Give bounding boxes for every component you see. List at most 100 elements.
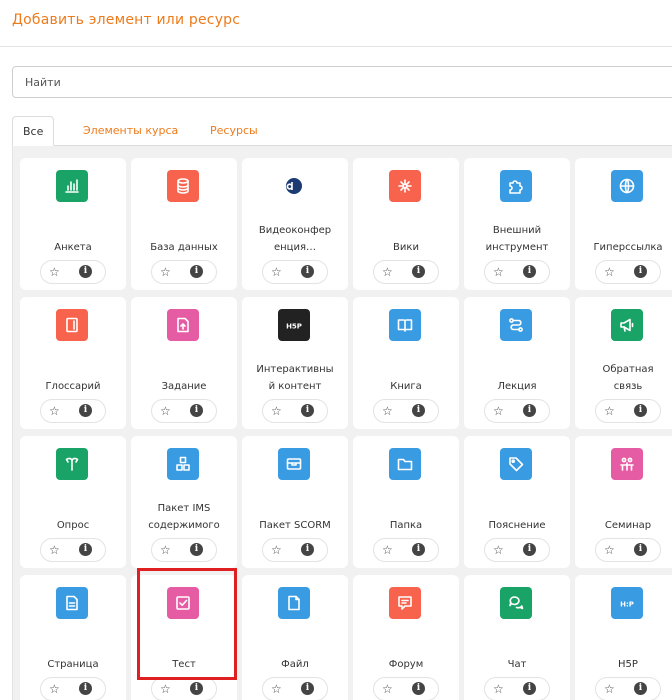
star-icon[interactable]: ☆ xyxy=(493,264,504,280)
star-icon[interactable]: ☆ xyxy=(160,403,171,419)
activity-label: Лекция xyxy=(466,345,568,397)
activity-card-bigbluebutton[interactable]: Видеоконфер енция… ☆ i xyxy=(242,158,348,290)
label-tag-icon xyxy=(500,448,532,480)
star-icon[interactable]: ☆ xyxy=(49,681,60,697)
star-icon[interactable]: ☆ xyxy=(604,542,615,558)
activity-label: Пакет IMS содержимого xyxy=(133,484,235,536)
activity-label: Папка xyxy=(355,484,457,536)
info-icon[interactable]: i xyxy=(190,543,203,556)
activity-card-lesson-path[interactable]: Лекция ☆ i xyxy=(464,297,570,429)
activity-card-forum-bubble[interactable]: Форум ☆ i xyxy=(353,575,459,700)
info-icon[interactable]: i xyxy=(412,543,425,556)
star-icon[interactable]: ☆ xyxy=(160,264,171,280)
star-icon[interactable]: ☆ xyxy=(382,681,393,697)
star-icon[interactable]: ☆ xyxy=(604,681,615,697)
wiki-nodes-icon xyxy=(389,170,421,202)
star-icon[interactable]: ☆ xyxy=(160,681,171,697)
star-icon[interactable]: ☆ xyxy=(382,542,393,558)
star-icon[interactable]: ☆ xyxy=(160,542,171,558)
info-icon[interactable]: i xyxy=(523,682,536,695)
info-icon[interactable]: i xyxy=(412,265,425,278)
activity-label-text: Задание xyxy=(161,381,207,392)
activity-card-h5p-logo[interactable]: H5P Интерактивны й контент ☆ i xyxy=(242,297,348,429)
info-icon[interactable]: i xyxy=(79,265,92,278)
h5p-logo-icon: H5P xyxy=(278,309,310,341)
info-icon[interactable]: i xyxy=(634,543,647,556)
activity-card-glossary-book[interactable]: Глоссарий ☆ i xyxy=(20,297,126,429)
info-icon[interactable]: i xyxy=(79,682,92,695)
activity-card-scorm-box[interactable]: Пакет SCORM ☆ i xyxy=(242,436,348,568)
activity-card-page[interactable]: Страница ☆ i xyxy=(20,575,126,700)
activity-card-globe[interactable]: Гиперссылка ☆ i xyxy=(575,158,672,290)
database-icon xyxy=(167,170,199,202)
info-icon[interactable]: i xyxy=(301,682,314,695)
activity-card-h5p-logo[interactable]: H:P H5P ☆ i xyxy=(575,575,672,700)
star-icon[interactable]: ☆ xyxy=(271,542,282,558)
star-icon[interactable]: ☆ xyxy=(49,542,60,558)
info-icon[interactable]: i xyxy=(190,265,203,278)
activity-label-text: Анкета xyxy=(54,242,92,253)
star-icon[interactable]: ☆ xyxy=(271,264,282,280)
activity-footer: ☆ i xyxy=(151,677,217,700)
activity-label: Глоссарий xyxy=(22,345,124,397)
quiz-checkbox-icon xyxy=(167,587,199,619)
activity-card-quiz-checkbox[interactable]: Тест ☆ i xyxy=(131,575,237,700)
activity-footer: ☆ i xyxy=(373,538,439,562)
info-icon[interactable]: i xyxy=(634,404,647,417)
file-icon xyxy=(278,587,310,619)
activity-label-line: й контент xyxy=(268,381,322,392)
activity-card-megaphone[interactable]: Обратная связь ☆ i xyxy=(575,297,672,429)
activity-label: База данных xyxy=(133,206,235,258)
info-icon[interactable]: i xyxy=(301,265,314,278)
info-icon[interactable]: i xyxy=(301,404,314,417)
star-icon[interactable]: ☆ xyxy=(604,264,615,280)
star-icon[interactable]: ☆ xyxy=(493,681,504,697)
info-icon[interactable]: i xyxy=(523,543,536,556)
star-icon[interactable]: ☆ xyxy=(493,542,504,558)
tab-resources[interactable]: Ресурсы xyxy=(210,116,258,146)
activity-label-line: Видеоконфер xyxy=(258,225,332,236)
activity-footer: ☆ i xyxy=(262,260,328,284)
activity-card-ims-boxes[interactable]: Пакет IMS содержимого ☆ i xyxy=(131,436,237,568)
star-icon[interactable]: ☆ xyxy=(604,403,615,419)
info-icon[interactable]: i xyxy=(301,543,314,556)
activity-card-assignment-upload[interactable]: Задание ☆ i xyxy=(131,297,237,429)
info-icon[interactable]: i xyxy=(634,265,647,278)
star-icon[interactable]: ☆ xyxy=(271,403,282,419)
activity-label: Пояснение xyxy=(466,484,568,536)
activity-footer: ☆ i xyxy=(40,260,106,284)
puzzle-icon xyxy=(500,170,532,202)
search-input[interactable] xyxy=(12,66,672,98)
info-icon[interactable]: i xyxy=(190,682,203,695)
info-icon[interactable]: i xyxy=(523,404,536,417)
info-icon[interactable]: i xyxy=(523,265,536,278)
activity-card-chart-bars[interactable]: Анкета ☆ i xyxy=(20,158,126,290)
info-icon[interactable]: i xyxy=(190,404,203,417)
activity-card-database[interactable]: База данных ☆ i xyxy=(131,158,237,290)
info-icon[interactable]: i xyxy=(79,543,92,556)
star-icon[interactable]: ☆ xyxy=(271,681,282,697)
info-icon[interactable]: i xyxy=(412,404,425,417)
activity-footer: ☆ i xyxy=(595,260,661,284)
activity-card-chat-bubbles[interactable]: Чат ☆ i xyxy=(464,575,570,700)
tab-all[interactable]: Все xyxy=(12,116,55,146)
svg-text:H5P: H5P xyxy=(286,323,302,331)
star-icon[interactable]: ☆ xyxy=(493,403,504,419)
activity-card-choice-signpost[interactable]: Опрос ☆ i xyxy=(20,436,126,568)
info-icon[interactable]: i xyxy=(79,404,92,417)
activity-card-puzzle[interactable]: Внешний инструмент ☆ i xyxy=(464,158,570,290)
activity-label: Интерактивны й контент xyxy=(244,345,346,397)
star-icon[interactable]: ☆ xyxy=(382,264,393,280)
activity-card-label-tag[interactable]: Пояснение ☆ i xyxy=(464,436,570,568)
star-icon[interactable]: ☆ xyxy=(49,403,60,419)
activity-card-workshop-people[interactable]: Семинар ☆ i xyxy=(575,436,672,568)
star-icon[interactable]: ☆ xyxy=(49,264,60,280)
tab-activities[interactable]: Элементы курса xyxy=(83,116,178,146)
star-icon[interactable]: ☆ xyxy=(382,403,393,419)
activity-card-folder[interactable]: Папка ☆ i xyxy=(353,436,459,568)
info-icon[interactable]: i xyxy=(412,682,425,695)
activity-card-wiki-nodes[interactable]: Вики ☆ i xyxy=(353,158,459,290)
info-icon[interactable]: i xyxy=(634,682,647,695)
activity-card-file[interactable]: Файл ☆ i xyxy=(242,575,348,700)
activity-card-book[interactable]: Книга ☆ i xyxy=(353,297,459,429)
